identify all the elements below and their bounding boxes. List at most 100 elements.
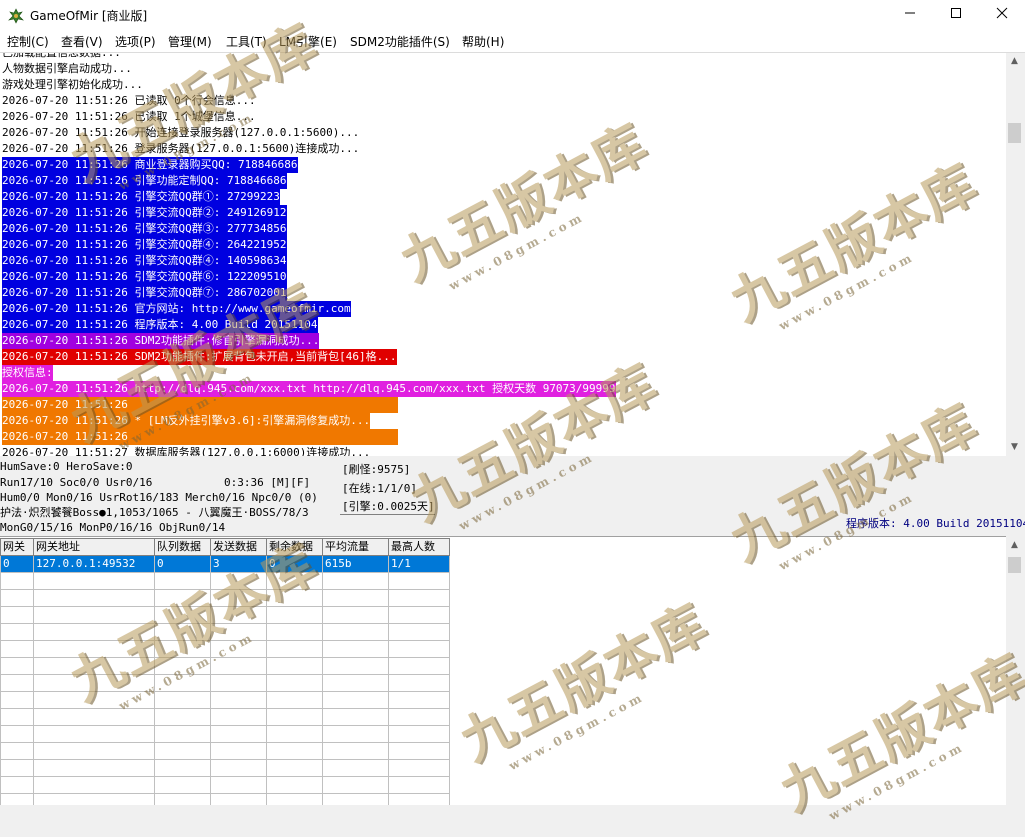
scroll-up-arrow-icon[interactable]: ▲ bbox=[1006, 53, 1023, 70]
menu-manage[interactable]: 管理(M) bbox=[168, 34, 212, 50]
table-row[interactable] bbox=[0, 759, 450, 777]
log-line: 2026-07-20 11:51:26 SDM2功能插件:修官引擎漏洞成功... bbox=[2, 333, 320, 349]
mon-status: MonG0/15/16 MonP0/16/16 ObjRun0/14 bbox=[0, 521, 226, 534]
table-cell bbox=[33, 725, 155, 743]
app-icon bbox=[8, 8, 24, 24]
maximize-button[interactable] bbox=[933, 0, 979, 31]
table-cell bbox=[266, 640, 323, 658]
table-cell: 0 bbox=[266, 555, 323, 573]
table-cell bbox=[0, 674, 34, 692]
table-cell: 1/1 bbox=[388, 555, 450, 573]
column-header[interactable]: 平均流量 bbox=[322, 538, 389, 556]
table-cell bbox=[33, 674, 155, 692]
table-row[interactable]: 0 127.0.0.1:49532 0 3 0 615b 1/1 bbox=[0, 555, 450, 573]
engine-days: [引擎:0.0025天] bbox=[340, 500, 435, 515]
log-line: 游戏处理引擎初始化成功... bbox=[2, 77, 143, 93]
table-row[interactable] bbox=[0, 725, 450, 743]
menu-sdm2-plugin[interactable]: SDM2功能插件(S) bbox=[350, 34, 450, 50]
table-cell bbox=[388, 623, 450, 641]
table-row[interactable] bbox=[0, 742, 450, 760]
table-cell bbox=[322, 674, 389, 692]
table-cell bbox=[0, 691, 34, 709]
table-cell bbox=[154, 657, 211, 675]
gateway-grid[interactable]: 网关 网关地址 队列数据 发送数据 剩余数据 平均流量 最高人数 0 127.0.0.1:49… bbox=[0, 536, 1006, 805]
table-cell bbox=[154, 725, 211, 743]
table-cell bbox=[322, 776, 389, 794]
table-cell bbox=[0, 589, 34, 607]
log-line: 2026-07-20 11:51:26 引擎交流QQ群④: 264221952 bbox=[2, 237, 287, 253]
column-header[interactable]: 最高人数 bbox=[388, 538, 450, 556]
menu-control[interactable]: 控制(C) bbox=[7, 34, 49, 50]
table-cell bbox=[154, 606, 211, 624]
table-row[interactable] bbox=[0, 657, 450, 675]
table-cell bbox=[322, 657, 389, 675]
table-row[interactable] bbox=[0, 623, 450, 641]
log-line: 2026-07-20 11:51:26 已读取 1个城堡信息... bbox=[2, 109, 256, 125]
menu-lm-engine[interactable]: LM引擎(E) bbox=[279, 34, 337, 50]
table-cell bbox=[33, 759, 155, 777]
save-status: HumSave:0 HeroSave:0 bbox=[0, 460, 133, 473]
table-cell bbox=[0, 657, 34, 675]
log-scrollbar[interactable]: ▲ ▼ bbox=[1006, 53, 1023, 456]
table-cell bbox=[266, 589, 323, 607]
log-line: 2026-07-20 11:51:26 引擎交流QQ群③: 277734856 bbox=[2, 221, 287, 237]
scroll-thumb[interactable] bbox=[1008, 123, 1021, 143]
close-icon bbox=[996, 7, 1008, 19]
table-row[interactable] bbox=[0, 691, 450, 709]
menu-view[interactable]: 查看(V) bbox=[61, 34, 103, 50]
table-cell bbox=[154, 572, 211, 590]
column-header[interactable]: 网关地址 bbox=[33, 538, 155, 556]
menu-options[interactable]: 选项(P) bbox=[115, 34, 156, 50]
column-header[interactable]: 网关 bbox=[0, 538, 34, 556]
table-row[interactable] bbox=[0, 640, 450, 658]
table-cell bbox=[266, 674, 323, 692]
table-cell bbox=[0, 640, 34, 658]
table-cell bbox=[388, 674, 450, 692]
grid-scroll-up-arrow-icon[interactable]: ▲ bbox=[1006, 537, 1023, 554]
table-cell bbox=[33, 708, 155, 726]
grid-scroll-thumb[interactable] bbox=[1008, 557, 1021, 573]
menu-help[interactable]: 帮助(H) bbox=[462, 34, 504, 50]
log-line: 2026-07-20 11:51:26 官方网站: http://www.gam… bbox=[2, 301, 351, 317]
table-row[interactable] bbox=[0, 708, 450, 726]
table-cell bbox=[322, 572, 389, 590]
table-cell bbox=[0, 759, 34, 777]
log-line: 2026-07-20 11:51:27 数据库服务器(127.0.0.1:600… bbox=[2, 445, 371, 456]
column-header[interactable]: 剩余数据 bbox=[266, 538, 323, 556]
table-cell bbox=[388, 793, 450, 805]
menu-tools[interactable]: 工具(T) bbox=[226, 34, 267, 50]
scroll-down-arrow-icon[interactable]: ▼ bbox=[1006, 439, 1023, 456]
boss-status: 护法·炽烈饕餮Boss●1,1053/1065 - 八翼魔王·BOSS/78/3 bbox=[0, 506, 309, 519]
table-cell bbox=[388, 572, 450, 590]
table-row[interactable] bbox=[0, 776, 450, 794]
log-line: 2026-07-20 11:51:26 程序版本: 4.00 Build 201… bbox=[2, 317, 318, 333]
close-button[interactable] bbox=[979, 0, 1025, 31]
table-cell bbox=[388, 725, 450, 743]
table-cell bbox=[388, 708, 450, 726]
log-line: 2026-07-20 11:51:26 开始连接登录服务器(127.0.0.1:… bbox=[2, 125, 360, 141]
table-cell bbox=[33, 606, 155, 624]
column-header[interactable]: 发送数据 bbox=[210, 538, 267, 556]
program-version: 程序版本: 4.00 Build 20151104 bbox=[846, 517, 1025, 530]
table-cell bbox=[210, 640, 267, 658]
minimize-button[interactable] bbox=[887, 0, 933, 31]
log-panel[interactable]: 已加载配置信息数据...人物数据引擎启动成功...游戏处理引擎初始化成功...2… bbox=[0, 53, 1006, 456]
table-cell: 615b bbox=[322, 555, 389, 573]
table-row[interactable] bbox=[0, 572, 450, 590]
table-cell bbox=[266, 793, 323, 805]
refresh-monster-count: [刷怪:9575] bbox=[342, 463, 411, 476]
table-cell bbox=[266, 572, 323, 590]
table-cell bbox=[388, 589, 450, 607]
column-header[interactable]: 队列数据 bbox=[154, 538, 211, 556]
hum-status: Hum0/0 Mon0/16 UsrRot16/183 Merch0/16 Np… bbox=[0, 491, 318, 504]
table-row[interactable] bbox=[0, 606, 450, 624]
table-cell bbox=[0, 725, 34, 743]
grid-scrollbar[interactable]: ▲ bbox=[1006, 537, 1023, 804]
log-line: 2026-07-20 11:51:26 bbox=[2, 397, 398, 413]
table-row[interactable] bbox=[0, 589, 450, 607]
table-cell bbox=[210, 793, 267, 805]
table-cell bbox=[154, 742, 211, 760]
table-row[interactable] bbox=[0, 793, 450, 805]
table-cell bbox=[388, 759, 450, 777]
table-row[interactable] bbox=[0, 674, 450, 692]
